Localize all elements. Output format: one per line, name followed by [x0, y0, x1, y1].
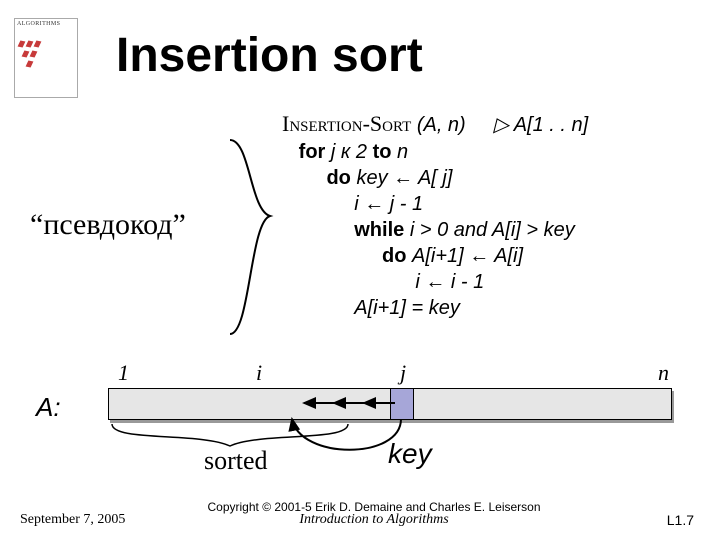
footer-book-title: Introduction to Algorithms [194, 512, 554, 528]
code-line-6: do A[i+1] ← A[i] [282, 243, 588, 269]
code-line-2: for j к 2 to n [282, 139, 588, 165]
footer-date: September 7, 2005 [20, 512, 125, 528]
sorted-label: sorted [204, 446, 268, 476]
code-line-8: A[i+1] = key [282, 295, 588, 321]
slide-title: Insertion sort [116, 28, 423, 83]
book-thumbnail: ALGORITHMS [14, 18, 78, 98]
pseudocode-label: “псевдокод” [30, 208, 186, 242]
pseudocode-block: Insertion-Sort (A, n) ▷ A[1 . . n] for j… [282, 110, 588, 321]
footer-page-number: L1.7 [667, 512, 694, 528]
book-thumbnail-art [19, 41, 43, 67]
code-line-7: i ← i - 1 [282, 269, 588, 295]
index-j: j [400, 360, 406, 386]
array-name-label: A: [36, 392, 61, 423]
index-n: n [658, 360, 669, 386]
book-thumbnail-title: ALGORITHMS [17, 21, 60, 27]
index-i: i [256, 360, 262, 386]
code-line-3: do key ← A[ j] [282, 165, 588, 191]
code-line-1: Insertion-Sort (A, n) ▷ A[1 . . n] [282, 110, 588, 139]
index-one: 1 [118, 360, 129, 386]
code-line-4: i ← j - 1 [282, 191, 588, 217]
code-line-5: while i > 0 and A[i] > key [282, 217, 588, 243]
key-label: key [388, 438, 432, 470]
array-j-cell [390, 388, 414, 420]
